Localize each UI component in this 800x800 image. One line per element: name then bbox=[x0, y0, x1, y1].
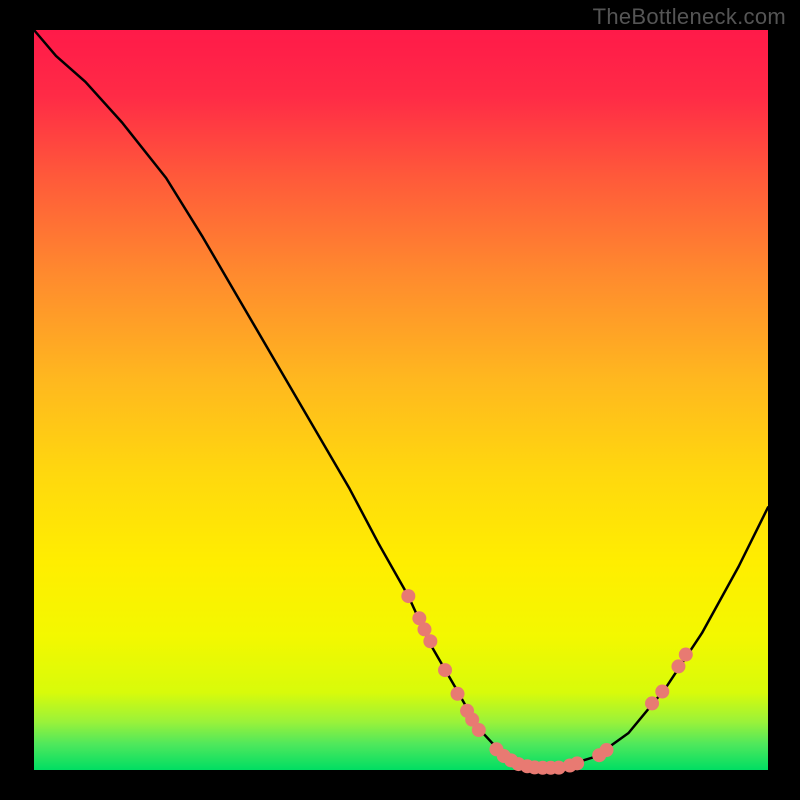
data-marker bbox=[679, 648, 693, 662]
data-marker bbox=[655, 685, 669, 699]
data-marker bbox=[600, 743, 614, 757]
data-marker bbox=[645, 696, 659, 710]
data-marker bbox=[472, 723, 486, 737]
data-marker bbox=[417, 622, 431, 636]
data-marker bbox=[423, 634, 437, 648]
data-marker bbox=[401, 589, 415, 603]
data-marker bbox=[671, 659, 685, 673]
data-marker bbox=[451, 687, 465, 701]
chart-frame: TheBottleneck.com bbox=[0, 0, 800, 800]
bottleneck-chart bbox=[0, 0, 800, 800]
data-marker bbox=[570, 756, 584, 770]
data-marker bbox=[438, 663, 452, 677]
watermark-text: TheBottleneck.com bbox=[593, 4, 786, 30]
plot-area bbox=[34, 30, 768, 770]
